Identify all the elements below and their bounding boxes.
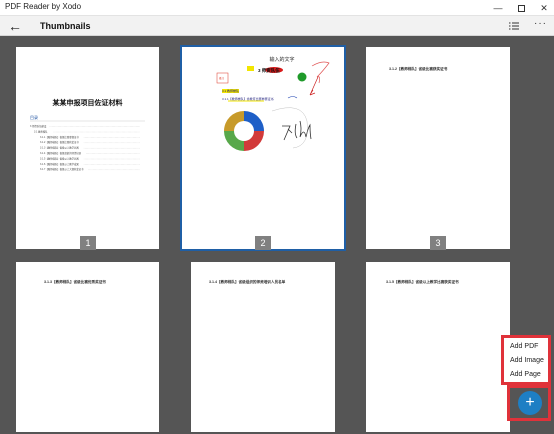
back-arrow-icon[interactable]: ← xyxy=(8,17,24,35)
toc-entry: 3.1 教师梯队 xyxy=(34,129,48,133)
close-button[interactable]: ✕ xyxy=(530,0,554,16)
page-thumbnail-6[interactable]: 3.1.5【教师梯队】省级以上教学比赛获奖证书 xyxy=(366,262,510,432)
page-2-inserted-text: 输入的文字 xyxy=(269,56,294,63)
page-number-2: 2 xyxy=(255,236,271,250)
page-2-subheading-2: 3.1.1【教师梯队】省教育比赛参赛证书 xyxy=(222,96,274,101)
select-list-icon[interactable] xyxy=(508,20,520,32)
page-2-content: 输入的文字 3 师资队伍 备注 3.1 教师梯队 3.1.1【教师梯队】省教育比… xyxy=(216,56,330,151)
toc-entry: 3.1.5【教师梯队】省级以上教学比赛 xyxy=(40,156,79,160)
page-thumbnail-2-selected[interactable]: 输入的文字 3 师资队伍 备注 3.1 教师梯队 3.1.1【教师梯队】省教育比… xyxy=(180,45,346,251)
add-image-menu-item[interactable]: Add Image xyxy=(504,354,548,368)
page-5-header: 3.1.4【教师梯队】省级组织的师资培训人员名单 xyxy=(209,280,286,284)
page-2-heading: 3 师资队伍 xyxy=(258,67,280,74)
close-icon: ✕ xyxy=(540,2,548,13)
page-title: Thumbnails xyxy=(40,21,91,31)
page-6-header: 3.1.5【教师梯队】省级以上教学比赛获奖证书 xyxy=(386,280,459,284)
add-fab-button[interactable]: + xyxy=(518,391,542,415)
toc-entry: 3 师资队伍建设 xyxy=(30,124,47,128)
page-4-header: 3.1.3【教师梯队】省级比赛优秀奖证书 xyxy=(44,280,106,284)
page-1-content: 某某申报项目佐证材料 目录 3 师资队伍建设3.1 教师梯队 3.1.1【教师梯队… xyxy=(30,98,145,171)
page-thumbnail-1[interactable]: 某某申报项目佐证材料 目录 3 师资队伍建设 3.1 教师梯队 3.1.1【教师梯队… xyxy=(16,47,159,249)
page-number-1: 1 xyxy=(80,236,96,250)
add-page-menu-item[interactable]: Add Page xyxy=(504,368,548,382)
page-2-note: 备注 xyxy=(219,76,225,80)
page-3-header: 3.1.2【教师梯队】省级比赛获奖证书 xyxy=(389,67,448,71)
page-1-toc-heading: 目录 xyxy=(30,114,38,120)
toc-entry: 3.1.4【教师梯队】省级组织的师资培训 xyxy=(40,151,82,155)
toc-entry: 3.1.1【教师梯队】省级比赛参赛证书 xyxy=(40,135,79,139)
add-menu: Add PDF Add Image Add Page xyxy=(501,335,551,385)
page-thumbnail-5[interactable]: 3.1.4【教师梯队】省级组织的师资培训人员名单 xyxy=(191,262,335,432)
add-pdf-menu-item[interactable]: Add PDF xyxy=(504,340,548,354)
page-thumbnail-3[interactable]: 3.1.2【教师梯队】省级比赛获奖证书 xyxy=(366,47,510,249)
maximize-icon xyxy=(517,4,525,12)
add-button-highlight: + xyxy=(507,385,551,421)
page-number-3: 3 xyxy=(430,236,446,250)
page-1-title: 某某申报项目佐证材料 xyxy=(52,98,123,107)
page-thumbnail-4[interactable]: 3.1.3【教师梯队】省级比赛优秀奖证书 xyxy=(16,262,159,432)
plus-icon: + xyxy=(525,394,535,411)
toc-entry: 3.1.3【教师梯队】省级以上教学比赛 xyxy=(40,146,79,150)
more-options-icon[interactable]: ··· xyxy=(534,18,547,29)
page-2-subheading-1: 3.1 教师梯队 xyxy=(222,88,239,93)
minimize-icon: — xyxy=(493,3,503,13)
toc-entry: 3.1.2【教师梯队】省级比赛获奖证书 xyxy=(40,140,79,144)
toc-entry: 3.1.7【教师梯队】省级以上大赛获奖证书 xyxy=(40,167,84,171)
app-title: PDF Reader by Xodo xyxy=(5,2,82,11)
toc-entry: 3.1.6【教师梯队】省级以上教学成果 xyxy=(40,162,79,166)
app-toolbar: ← Thumbnails ··· xyxy=(0,16,554,36)
page-2-sheet: 输入的文字 3 师资队伍 备注 3.1 教师梯队 3.1.1【教师梯队】省教育比… xyxy=(192,49,335,249)
window-titlebar: PDF Reader by Xodo — ✕ xyxy=(0,0,554,16)
